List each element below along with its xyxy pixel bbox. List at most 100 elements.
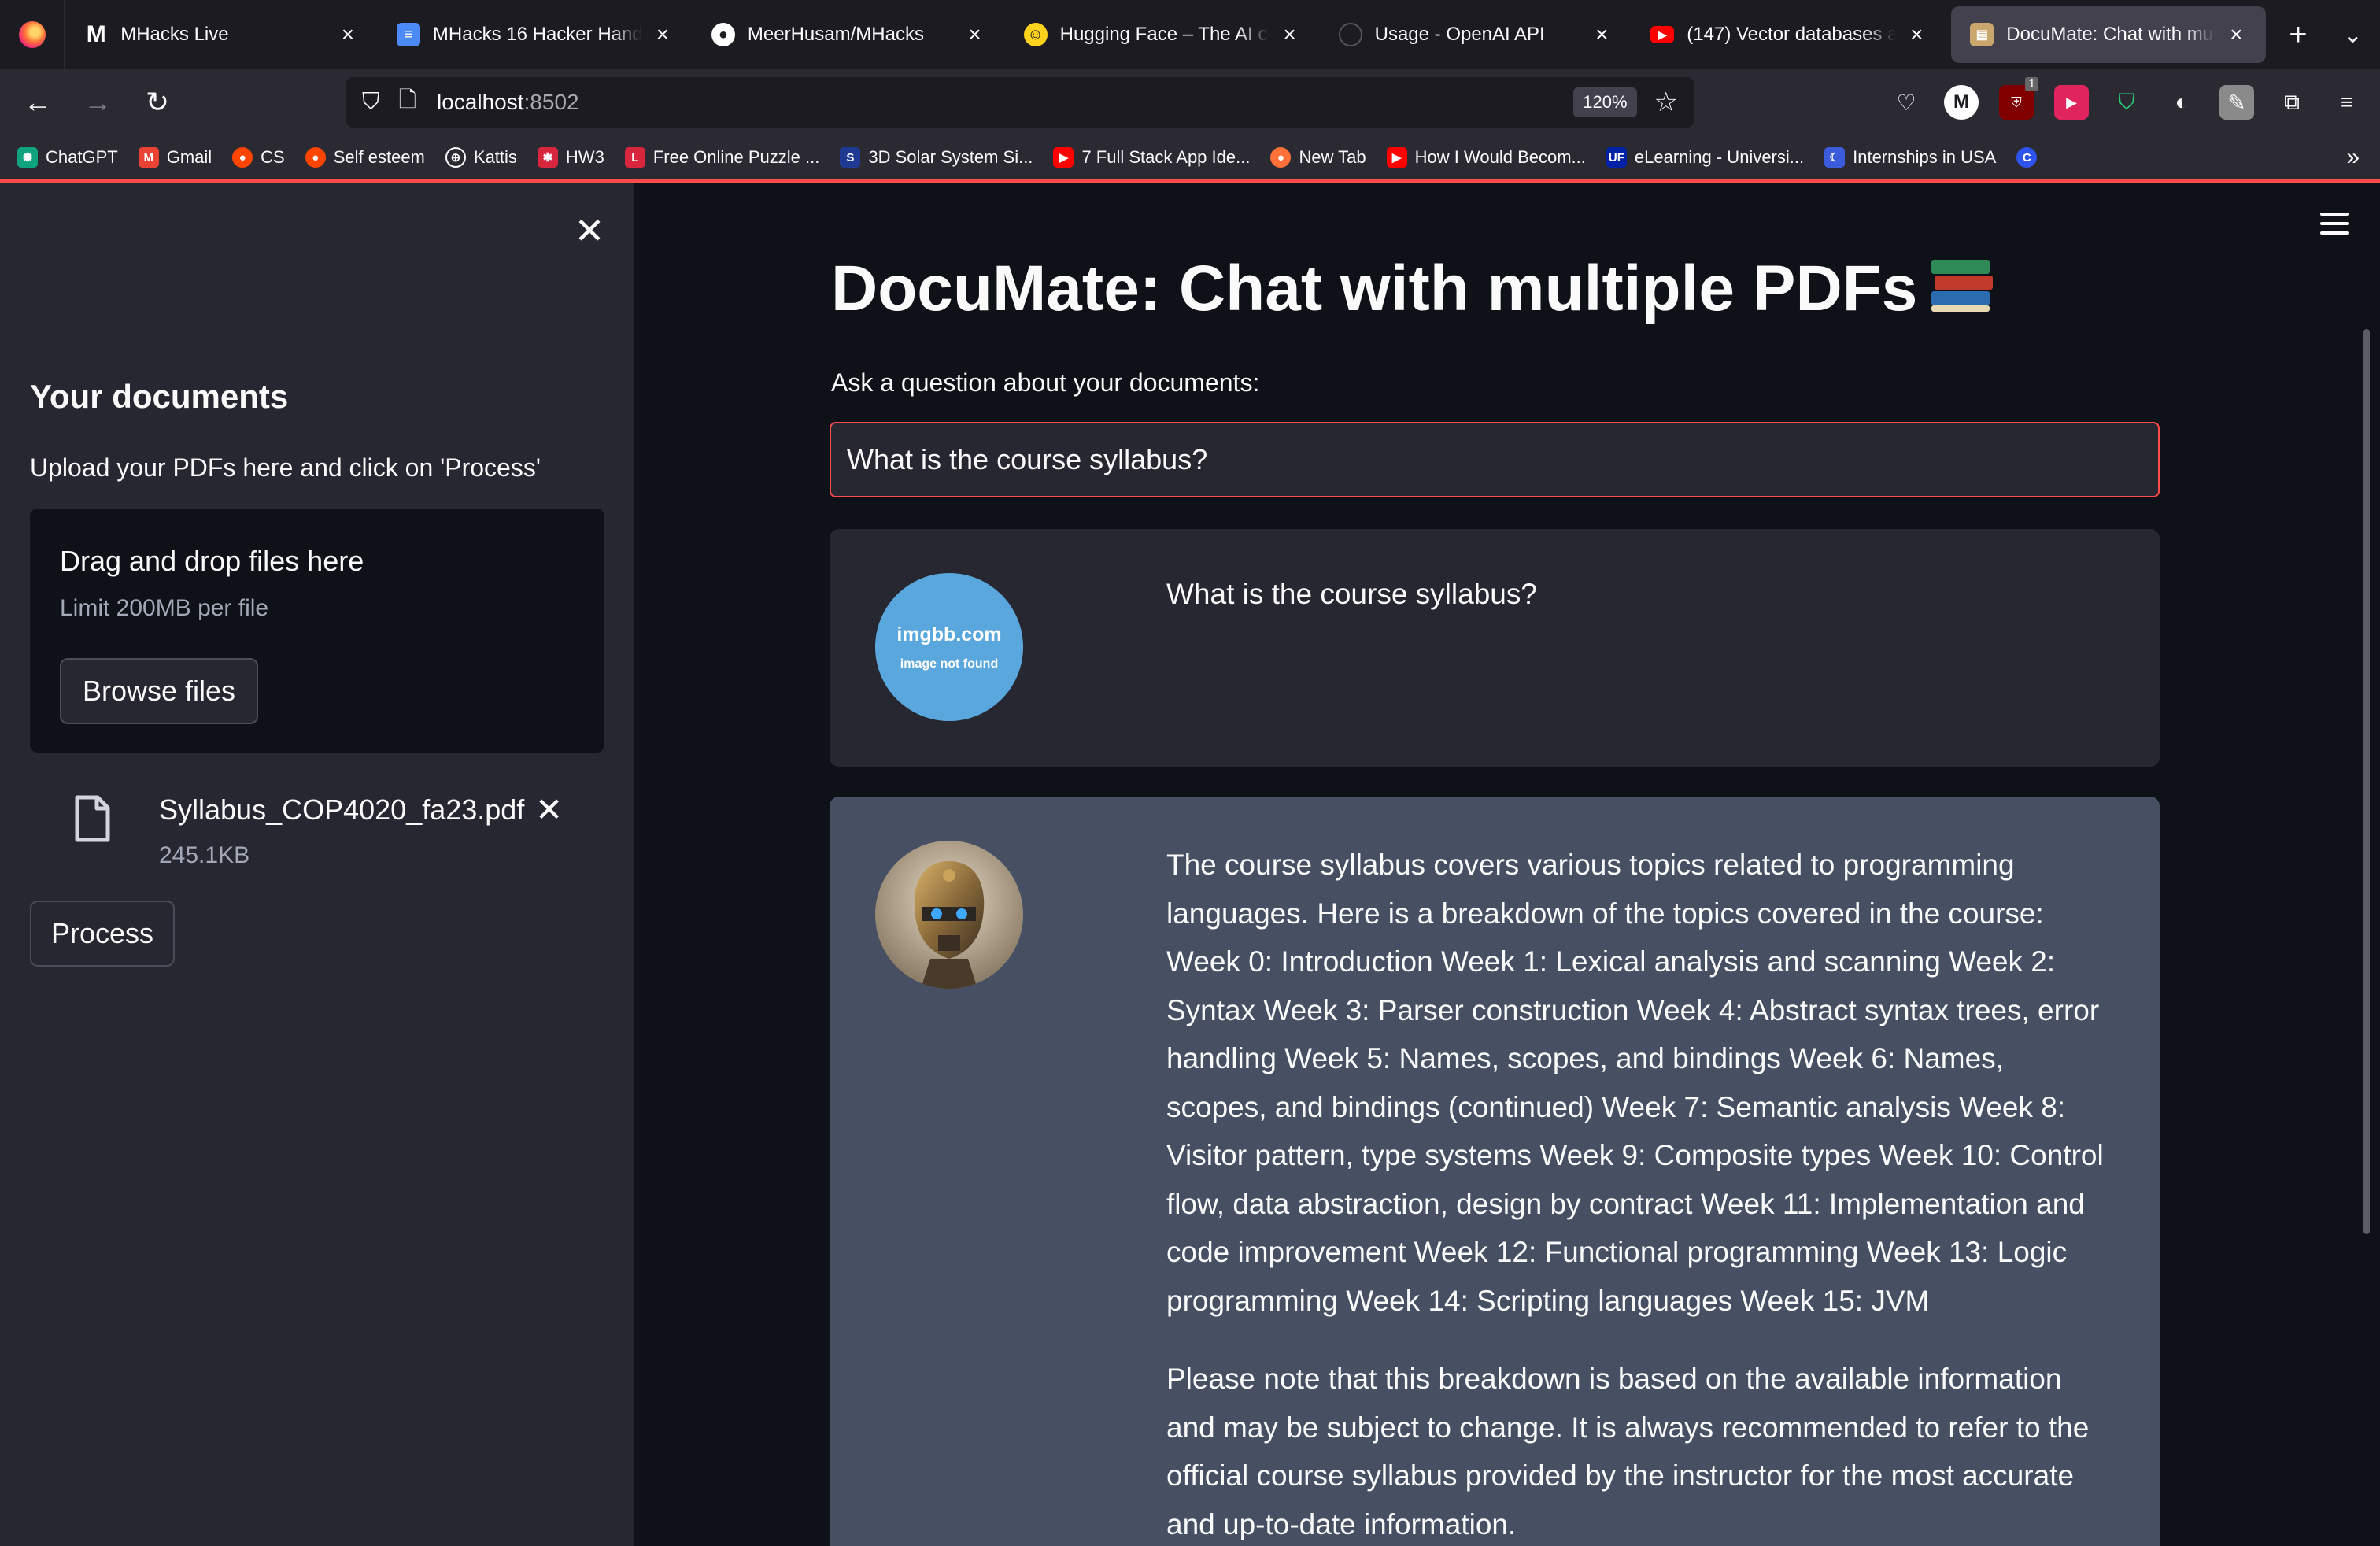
close-tab-icon[interactable]: × (2225, 24, 2247, 46)
close-tab-icon[interactable]: × (652, 24, 674, 46)
bookmark-star-icon[interactable]: ☆ (1654, 87, 1678, 118)
bookmark-label: ChatGPT (46, 147, 118, 167)
tab-title: MeerHusam/MHacks (747, 24, 924, 45)
bookmark-item[interactable]: ● New Tab (1270, 147, 1366, 168)
bookmark-label: CS (261, 147, 285, 167)
notes-extension-icon[interactable]: ✎ (2219, 85, 2254, 120)
avatar-broken-image-subtext: image not found (900, 656, 999, 671)
bot-message-paragraph: Please note that this breakdown is based… (1166, 1363, 2090, 1540)
moon-icon: ☾ (1824, 147, 1846, 168)
url-port: :8502 (523, 90, 579, 114)
bookmark-label: Gmail (166, 147, 213, 167)
bookmark-item[interactable]: ● Self esteem (305, 147, 425, 168)
bookmarks-toolbar: ✺ ChatGPT M Gmail ● CS ● Self esteem ⊕ Kattis ✱ HW3… (0, 135, 2380, 179)
new-tab-icon[interactable]: + (2271, 17, 2325, 53)
tracking-protection-icon[interactable]: ⛉ (362, 89, 380, 116)
bookmark-label: Self esteem (333, 147, 425, 167)
scrollbar-thumb[interactable] (2363, 329, 2370, 1234)
tab-title: MHacks Live (120, 24, 229, 45)
extensions-puzzle-icon[interactable]: ⧉ (2275, 85, 2309, 120)
close-tab-icon[interactable]: × (964, 24, 986, 46)
bookmark-label: eLearning - Universi... (1634, 147, 1805, 167)
user-message-text: What is the course syllabus? (1166, 578, 1537, 610)
more-bookmarks-icon[interactable]: » (2346, 144, 2360, 171)
bookmark-item[interactable]: ✱ HW3 (537, 147, 604, 168)
close-tab-icon[interactable]: × (1905, 24, 1927, 46)
browse-files-button[interactable]: Browse files (60, 658, 258, 724)
tab-hacker-handbook[interactable]: ≡ MHacks 16 Hacker Handbook × (378, 0, 693, 69)
file-name: Syllabus_COP4020_fa23.pdf (159, 793, 525, 826)
file-size: 245.1KB (159, 842, 250, 868)
bookmark-item[interactable]: ▶ 7 Full Stack App Ide... (1053, 147, 1250, 168)
bookmark-item[interactable]: ● CS (232, 147, 285, 168)
bot-message-text: The course syllabus covers various topic… (1166, 841, 2111, 1546)
bookmark-label: Internships in USA (1853, 147, 1997, 167)
sync-extension-icon[interactable]: ◐ (2164, 85, 2199, 120)
tab-title: (147) Vector databases are (1687, 24, 1897, 45)
mhacks-icon: M (86, 21, 106, 47)
c-icon: C (2016, 147, 2038, 168)
pocket-icon[interactable]: ♡ (1889, 85, 1924, 120)
bookmark-item[interactable]: M Gmail (138, 147, 213, 168)
close-tab-icon[interactable]: × (1279, 24, 1301, 46)
close-sidebar-icon[interactable]: ✕ (570, 209, 609, 252)
docs-icon: ≡ (396, 23, 420, 46)
bot-avatar (875, 841, 1023, 989)
bookmark-item[interactable]: ▶ How I Would Becom... (1386, 147, 1586, 168)
sidebar-heading: Your documents (30, 378, 289, 415)
tab-openai-usage[interactable]: Usage - OpenAI API × (1320, 0, 1632, 69)
firefox-icon: ● (1270, 147, 1292, 168)
bookmark-label: HW3 (565, 147, 604, 167)
zoom-level-badge[interactable]: 120% (1573, 87, 1637, 117)
chatgpt-icon: ✺ (17, 147, 38, 168)
bookmark-item[interactable]: UF eLearning - Universi... (1606, 147, 1804, 168)
bookmark-label: Free Online Puzzle ... (652, 147, 820, 167)
bookmark-item[interactable]: ☾ Internships in USA (1824, 147, 1996, 168)
forward-icon[interactable]: → (68, 77, 128, 128)
back-icon[interactable]: ← (8, 77, 68, 128)
tab-hugging-face[interactable]: ☺ Hugging Face – The AI community × (1005, 0, 1320, 69)
bot-message: The course syllabus covers various topic… (830, 797, 2160, 1546)
books-icon: ▤ (1970, 23, 1994, 46)
main-scrollbar[interactable] (2361, 301, 2372, 1546)
extension-badge: 1 (2025, 77, 2038, 91)
file-dropzone[interactable]: Drag and drop files here Limit 200MB per… (30, 509, 604, 753)
sidebar: ✕ Your documents Upload your PDFs here a… (0, 183, 634, 1546)
close-tab-icon[interactable]: × (337, 24, 359, 46)
remove-file-icon[interactable]: ✕ (535, 790, 563, 829)
tab-youtube-vector-db[interactable]: ▶ (147) Vector databases are × (1632, 0, 1946, 69)
avatar-broken-image-text: imgbb.com (896, 623, 1002, 645)
reddit-icon: ● (232, 147, 253, 168)
user-message: imgbb.com image not found What is the co… (830, 529, 2160, 767)
question-label: Ask a question about your documents: (831, 368, 1260, 397)
page-info-icon[interactable]: 🗋 (399, 83, 417, 121)
user-avatar: imgbb.com image not found (875, 573, 1023, 721)
tab-mhacks-live[interactable]: M MHacks Live × (65, 0, 378, 69)
firefox-menu-icon[interactable] (0, 0, 66, 69)
address-bar[interactable]: ⛉ 🗋 localhost:8502 120% ☆ (346, 77, 1694, 128)
app-menu-icon[interactable]: ≡ (2330, 85, 2364, 120)
process-button[interactable]: Process (30, 901, 175, 967)
url-text[interactable]: localhost:8502 (437, 90, 1573, 115)
browser-nav-bar: ← → ↻ ⛉ 🗋 localhost:8502 120% ☆ ♡ M ⛨ 1 ▶… (0, 69, 2380, 135)
m-extension-icon[interactable]: M (1944, 85, 1979, 120)
tab-github[interactable]: ● MeerHusam/MHacks × (693, 0, 1005, 69)
bookmark-item[interactable]: C (2016, 147, 2045, 168)
main-menu-icon[interactable] (2320, 213, 2349, 235)
bookmark-item[interactable]: ✺ ChatGPT (17, 147, 118, 168)
bookmark-item[interactable]: ⊕ Kattis (445, 147, 517, 168)
video-extension-icon[interactable]: ▶ (2054, 85, 2089, 120)
bookmark-label: New Tab (1299, 147, 1366, 167)
hugging-face-icon: ☺ (1023, 23, 1048, 46)
tab-documate[interactable]: ▤ DocuMate: Chat with multiple PDFs × (1951, 6, 2267, 63)
bookmark-item[interactable]: S 3D Solar System Si... (840, 147, 1033, 168)
list-all-tabs-icon[interactable]: ⌄ (2326, 21, 2380, 49)
reload-icon[interactable]: ↻ (128, 77, 187, 128)
tab-title: DocuMate: Chat with multiple PDFs (2006, 24, 2216, 45)
question-input[interactable] (830, 422, 2160, 497)
close-tab-icon[interactable]: × (1591, 24, 1613, 46)
bookmark-item[interactable]: L Free Online Puzzle ... (624, 147, 820, 168)
ublock-icon[interactable]: ⛨ 1 (1999, 77, 2038, 120)
privacy-shield-icon[interactable]: ⛉ (2109, 85, 2144, 120)
bot-message-paragraph: The course syllabus covers various topic… (1166, 849, 2104, 1317)
